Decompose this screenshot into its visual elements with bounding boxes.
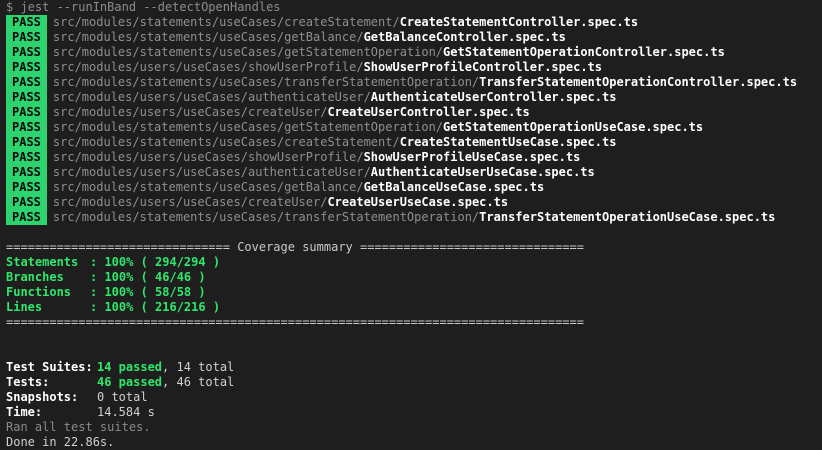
test-result-row: PASS src/modules/users/useCases/showUserP… — [6, 60, 822, 75]
pass-badge: PASS — [6, 75, 47, 90]
test-file-name: CreateUserUseCase.spec.ts — [327, 195, 509, 209]
test-file-path: src/modules/users/useCases/showUserProfi… — [52, 60, 364, 74]
test-result-row: PASS src/modules/statements/useCases/getB… — [6, 30, 822, 45]
pass-badge: PASS — [6, 135, 47, 150]
test-file-path: src/modules/statements/useCases/getBalan… — [52, 180, 364, 194]
coverage-label: Lines — [6, 300, 43, 314]
test-result-row: PASS src/modules/users/useCases/createUse… — [6, 105, 822, 120]
pass-badge: PASS — [6, 195, 47, 210]
test-file-path: src/modules/statements/useCases/getBalan… — [52, 30, 364, 44]
coverage-label: Functions — [6, 285, 72, 299]
pass-badge: PASS — [6, 90, 47, 105]
test-file-name: CreateStatementUseCase.spec.ts — [399, 135, 617, 149]
summary-label: Test Suites: — [6, 360, 93, 374]
pass-badge: PASS — [6, 60, 47, 75]
test-file-path: src/modules/statements/useCases/getState… — [52, 45, 444, 59]
summary-snapshots: Snapshots: 0 total — [6, 390, 822, 405]
coverage-value: : 100% ( 46/46 ) — [90, 270, 206, 284]
test-file-name: AuthenticateUserController.spec.ts — [370, 90, 617, 104]
test-result-row: PASS src/modules/statements/useCases/crea… — [6, 135, 822, 150]
pass-badge: PASS — [6, 15, 47, 30]
pass-badge: PASS — [6, 210, 47, 225]
summary-total: , 46 total — [162, 375, 235, 389]
test-result-row: PASS src/modules/users/useCases/authentic… — [6, 165, 822, 180]
test-file-name: ShowUserProfileController.spec.ts — [363, 60, 602, 74]
summary-passed: 14 passed — [97, 360, 163, 374]
coverage-row: Statements : 100% ( 294/294 ) — [6, 255, 822, 270]
coverage-row: Functions : 100% ( 58/58 ) — [6, 285, 822, 300]
test-file-name: ShowUserProfileUseCase.spec.ts — [363, 150, 581, 164]
summary-tests: Tests: 46 passed, 46 total — [6, 375, 822, 390]
test-file-name: GetBalanceController.spec.ts — [363, 30, 566, 44]
test-result-row: PASS src/modules/statements/useCases/tran… — [6, 210, 822, 225]
test-file-path: src/modules/statements/useCases/createSt… — [52, 15, 400, 29]
test-result-row: PASS src/modules/users/useCases/authentic… — [6, 90, 822, 105]
coverage-header: =============================== Coverage… — [6, 240, 584, 254]
test-file-path: src/modules/users/useCases/createUser/ — [52, 105, 328, 119]
summary-label: Tests: — [6, 375, 50, 389]
coverage-rows: Statements : 100% ( 294/294 ) Branches : 10… — [6, 255, 822, 315]
coverage-label: Statements — [6, 255, 79, 269]
coverage-footer: ========================================… — [6, 315, 584, 329]
summary-passed: 46 passed — [97, 375, 163, 389]
summary-label: Time: — [6, 405, 43, 419]
coverage-value: : 100% ( 58/58 ) — [90, 285, 206, 299]
summary-time: Time: 14.584 s — [6, 405, 822, 420]
test-result-row: PASS src/modules/statements/useCases/getS… — [6, 120, 822, 135]
coverage-value: : 100% ( 216/216 ) — [90, 300, 221, 314]
coverage-row: Lines : 100% ( 216/216 ) — [6, 300, 822, 315]
terminal-window: $ jest --runInBand --detectOpenHandles P… — [0, 0, 822, 449]
test-file-name: GetStatementOperationUseCase.spec.ts — [443, 120, 704, 134]
test-file-name: GetStatementOperationController.spec.ts — [443, 45, 725, 59]
test-file-name: TransferStatementOperationController.spe… — [479, 75, 798, 89]
summary-value: 0 total — [97, 390, 148, 404]
test-file-path: src/modules/statements/useCases/createSt… — [52, 135, 400, 149]
test-file-path: src/modules/users/useCases/showUserProfi… — [52, 150, 364, 164]
test-result-row: PASS src/modules/users/useCases/createUse… — [6, 195, 822, 210]
test-result-row: PASS src/modules/statements/useCases/getS… — [6, 45, 822, 60]
test-file-path: src/modules/statements/useCases/transfer… — [52, 75, 480, 89]
test-result-row: PASS src/modules/statements/useCases/getB… — [6, 180, 822, 195]
pass-badge: PASS — [6, 180, 47, 195]
test-file-name: GetBalanceUseCase.spec.ts — [363, 180, 545, 194]
test-file-path: src/modules/users/useCases/createUser/ — [52, 195, 328, 209]
done-message: Done in 22.86s. — [6, 435, 115, 449]
summary-value: 14.584 s — [97, 405, 155, 419]
test-file-name: AuthenticateUserUseCase.spec.ts — [370, 165, 595, 179]
pass-badge: PASS — [6, 45, 47, 60]
summary-suites: Test Suites: 14 passed, 14 total — [6, 360, 822, 375]
pass-badge: PASS — [6, 30, 47, 45]
test-file-path: src/modules/statements/useCases/transfer… — [52, 210, 480, 224]
coverage-row: Branches : 100% ( 46/46 ) — [6, 270, 822, 285]
command-line: $ jest --runInBand --detectOpenHandles — [6, 0, 281, 14]
test-file-path: src/modules/users/useCases/authenticateU… — [52, 165, 371, 179]
pass-badge: PASS — [6, 105, 47, 120]
test-result-row: PASS src/modules/users/useCases/showUserP… — [6, 150, 822, 165]
ran-all-message: Ran all test suites. — [6, 420, 151, 434]
test-result-row: PASS src/modules/statements/useCases/crea… — [6, 15, 822, 30]
coverage-value: : 100% ( 294/294 ) — [90, 255, 221, 269]
coverage-label: Branches — [6, 270, 64, 284]
test-result-row: PASS src/modules/statements/useCases/tran… — [6, 75, 822, 90]
pass-badge: PASS — [6, 150, 47, 165]
test-file-path: src/modules/statements/useCases/getState… — [52, 120, 444, 134]
summary-total: , 14 total — [162, 360, 235, 374]
test-file-path: src/modules/users/useCases/authenticateU… — [52, 90, 371, 104]
test-file-name: TransferStatementOperationUseCase.spec.t… — [479, 210, 776, 224]
test-file-name: CreateUserController.spec.ts — [327, 105, 530, 119]
pass-badge: PASS — [6, 165, 47, 180]
test-results-list: PASS src/modules/statements/useCases/crea… — [6, 15, 822, 225]
test-file-name: CreateStatementController.spec.ts — [399, 15, 639, 29]
pass-badge: PASS — [6, 120, 47, 135]
summary-label: Snapshots: — [6, 390, 79, 404]
